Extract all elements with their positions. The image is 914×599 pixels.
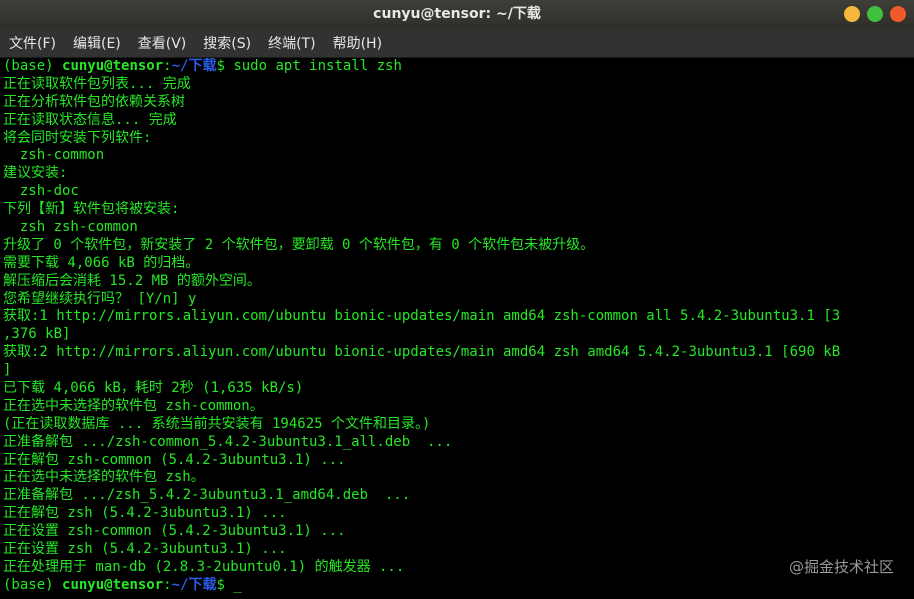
output-line: (正在读取数据库 ... 系统当前共安装有 194625 个文件和目录。)	[3, 415, 431, 432]
terminal-window: cunyu@tensor: ~/下载 文件(F) 编辑(E) 查看(V) 搜索(…	[0, 0, 914, 599]
output-line: 正在选中未选择的软件包 zsh-common。	[3, 397, 264, 414]
prompt-path: ~/下载	[171, 576, 217, 593]
output-line: 获取:1 http://mirrors.aliyun.com/ubuntu bi…	[3, 308, 841, 325]
output-line: 已下载 4,066 kB，耗时 2秒 (1,635 kB/s)	[3, 380, 304, 397]
prompt-symbol: $	[216, 58, 234, 74]
output-line: zsh zsh-common	[3, 219, 138, 236]
window-controls	[844, 6, 906, 22]
prompt-sep: :	[163, 576, 172, 593]
menu-terminal[interactable]: 终端(T)	[259, 33, 323, 53]
output-line: 升级了 0 个软件包，新安装了 2 个软件包，要卸载 0 个软件包，有 0 个软…	[3, 236, 595, 253]
watermark: @掘金技术社区	[788, 558, 894, 576]
menu-file[interactable]: 文件(F)	[0, 33, 64, 53]
minimize-button[interactable]	[844, 6, 860, 22]
output-line: 正在处理用于 man-db (2.8.3-2ubuntu0.1) 的触发器 ..…	[3, 558, 405, 575]
output-line: 需要下载 4,066 kB 的归档。	[3, 254, 200, 271]
menu-edit[interactable]: 编辑(E)	[64, 33, 129, 53]
output-line: zsh-doc	[3, 183, 79, 200]
menu-help[interactable]: 帮助(H)	[324, 33, 390, 53]
output-line: zsh-common	[3, 147, 105, 164]
current-prompt-line[interactable]: (base) cunyu@tensor:~/下载$ _	[0, 577, 914, 595]
output-line: 正在分析软件包的依赖关系树	[3, 93, 185, 110]
output-line: 正在解包 zsh (5.4.2-3ubuntu3.1) ...	[3, 505, 287, 522]
close-button[interactable]	[890, 6, 906, 22]
prompt-env: (base)	[3, 58, 63, 74]
output-line: 正在设置 zsh (5.4.2-3ubuntu3.1) ...	[3, 541, 287, 558]
output-line: 正在读取软件包列表... 完成	[3, 75, 191, 92]
output-line: 正在解包 zsh-common (5.4.2-3ubuntu3.1) ...	[3, 451, 346, 468]
output-line: 下列【新】软件包将被安装:	[3, 201, 180, 218]
output-line: 解压缩后会消耗 15.2 MB 的额外空间。	[3, 272, 261, 289]
command-text: sudo apt install zsh	[233, 58, 402, 74]
title-bar[interactable]: cunyu@tensor: ~/下载	[0, 0, 914, 29]
output-line: 正在读取状态信息... 完成	[3, 111, 177, 128]
output-lines: 正在读取软件包列表... 完成 正在分析软件包的依赖关系树 正在读取状态信息... …	[0, 76, 914, 577]
cursor: _	[233, 576, 242, 593]
menu-search[interactable]: 搜索(S)	[194, 33, 259, 53]
maximize-button[interactable]	[867, 6, 883, 22]
prompt-symbol: $	[216, 576, 234, 593]
output-line: 正准备解包 .../zsh_5.4.2-3ubuntu3.1_amd64.deb…	[3, 487, 411, 504]
prompt-userhost: cunyu@tensor	[62, 58, 164, 74]
menu-view[interactable]: 查看(V)	[129, 33, 195, 53]
command-line: (base) cunyu@tensor:~/下载$ sudo apt insta…	[0, 58, 914, 76]
output-line: 正在选中未选择的软件包 zsh。	[3, 469, 205, 486]
output-line: 建议安装:	[3, 165, 68, 182]
output-line: 正在设置 zsh-common (5.4.2-3ubuntu3.1) ...	[3, 523, 346, 540]
prompt-userhost: cunyu@tensor	[62, 576, 164, 593]
output-line: 您希望继续执行吗？ [Y/n] y	[3, 290, 197, 307]
prompt-path: ~/下载	[171, 58, 217, 74]
prompt-env: (base)	[3, 576, 63, 593]
output-line: ,376 kB]	[3, 326, 71, 343]
prompt-sep: :	[163, 58, 172, 74]
output-line: 正准备解包 .../zsh-common_5.4.2-3ubuntu3.1_al…	[3, 433, 453, 450]
menu-bar: 文件(F) 编辑(E) 查看(V) 搜索(S) 终端(T) 帮助(H)	[0, 29, 914, 58]
output-line: 将会同时安装下列软件:	[3, 129, 152, 146]
terminal-output[interactable]: (base) cunyu@tensor:~/下载$ sudo apt insta…	[0, 58, 914, 599]
output-line: 获取:2 http://mirrors.aliyun.com/ubuntu bi…	[3, 344, 841, 361]
window-title: cunyu@tensor: ~/下载	[373, 6, 541, 22]
output-line: ]	[3, 362, 12, 379]
